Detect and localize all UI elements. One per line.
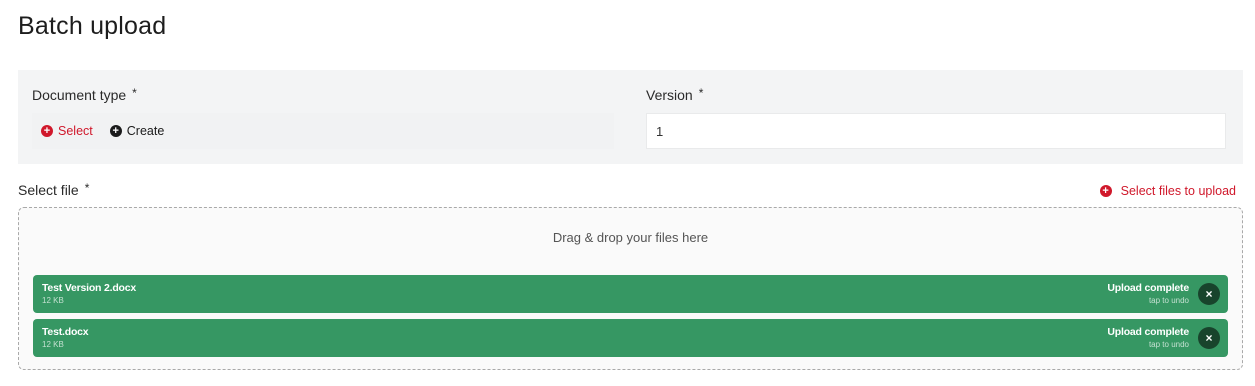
undo-hint: tap to undo (1148, 296, 1189, 305)
close-icon[interactable]: × (1198, 283, 1220, 305)
file-name: Test.docx (42, 326, 89, 338)
select-label: Select (58, 124, 93, 138)
plus-circle-icon: + (1099, 185, 1112, 197)
select-files-to-upload-button[interactable]: + Select files to upload (1099, 184, 1236, 198)
select-file-label-text: Select file (18, 182, 79, 198)
select-file-label: Select file * (18, 181, 90, 198)
document-type-label-text: Document type (32, 87, 127, 103)
undo-hint: tap to undo (1148, 340, 1189, 349)
required-marker: * (84, 181, 90, 195)
create-document-type-button[interactable]: + Create (109, 124, 165, 138)
file-name: Test Version 2.docx (42, 282, 137, 294)
select-files-label: Select files to upload (1120, 184, 1236, 198)
file-size: 12 KB (42, 340, 64, 349)
upload-status: Upload complete (1107, 282, 1189, 294)
plus-circle-icon: + (41, 125, 53, 137)
version-label-text: Version (646, 87, 693, 103)
dropzone-text: Drag & drop your files here (552, 230, 709, 245)
upload-status: Upload complete (1107, 326, 1189, 338)
document-form-panel: Document type * + Select + Create Version… (18, 70, 1243, 164)
page-title: Batch upload (18, 12, 167, 40)
file-dropzone[interactable]: Drag & drop your files here Test Version… (18, 207, 1243, 370)
document-type-actions: + Select + Create (32, 113, 614, 149)
version-input[interactable] (646, 113, 1226, 149)
plus-circle-icon: + (109, 125, 122, 137)
version-label: Version * (646, 86, 704, 103)
uploaded-file-item[interactable]: Test.docx 12 KB Upload complete tap to u… (33, 319, 1228, 357)
required-marker: * (698, 86, 704, 100)
required-marker: * (132, 86, 137, 100)
file-size: 12 KB (42, 296, 64, 305)
close-icon[interactable]: × (1198, 327, 1220, 349)
select-document-type-button[interactable]: + Select (41, 124, 93, 138)
create-label: Create (126, 124, 165, 138)
document-type-label: Document type * (32, 86, 137, 103)
uploaded-file-item[interactable]: Test Version 2.docx 12 KB Upload complet… (33, 275, 1228, 313)
